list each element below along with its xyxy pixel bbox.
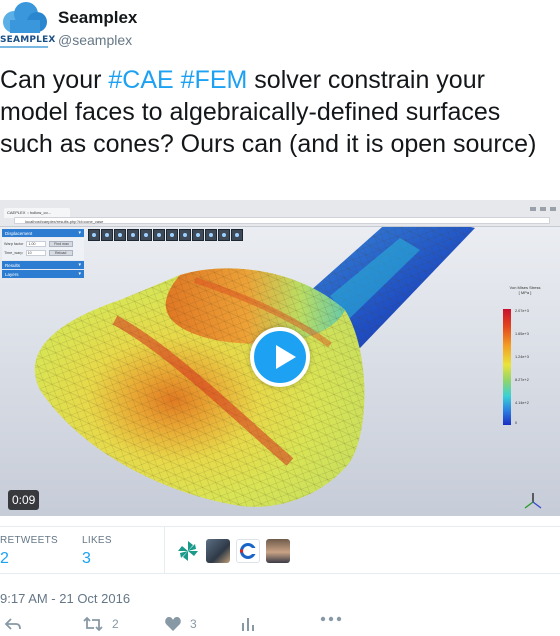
toolbar-rotate-icon <box>114 229 126 241</box>
heart-icon <box>165 617 181 631</box>
tweet-stats: RETWEETS 2 LIKES 3 <box>0 526 560 574</box>
browser-chrome: CAEPLEX :: hollow_co... localhost/caeple… <box>0 200 560 227</box>
tweet-text-part: Can your <box>0 66 109 94</box>
likes-stat[interactable]: LIKES 3 <box>82 535 112 568</box>
tweet-timestamp[interactable]: 9:17 AM - 21 Oct 2016 <box>0 591 130 606</box>
avatar[interactable] <box>176 539 200 563</box>
reply-button[interactable] <box>4 616 22 632</box>
reload-button: Reload <box>48 250 73 256</box>
retweets-count: 2 <box>0 550 9 567</box>
like-button[interactable]: 3 <box>164 616 197 632</box>
legend-title: Von Mises Stress [ MPa ] <box>505 285 545 295</box>
c-logo-icon <box>240 543 257 559</box>
toolbar-view-icon <box>153 229 165 241</box>
toolbar-view-icon <box>127 229 139 241</box>
time-warp-label: Time_warp <box>4 251 23 255</box>
axis-triad-icon <box>524 493 542 509</box>
legend-unit: [ MPa ] <box>518 290 532 295</box>
toolbar-view-icon <box>192 229 204 241</box>
logo-underline <box>0 46 48 48</box>
panel-layers: Layers <box>2 270 84 278</box>
likes-label: LIKES <box>82 535 112 546</box>
like-count: 3 <box>190 617 197 631</box>
legend-label: 0 <box>515 421 518 425</box>
video-duration: 0:09 <box>8 490 40 510</box>
toolbar-view-icon <box>218 229 230 241</box>
toolbar-view-icon <box>179 229 191 241</box>
tweet-header: SEAMPLEX Seamplex @seamplex <box>0 0 560 62</box>
tweet-text: Can your #CAE #FEM solver constrain your… <box>0 64 556 160</box>
stats-divider <box>164 527 165 573</box>
warp-factor-label: Warp factor <box>4 242 24 246</box>
hashtag-fem[interactable]: #FEM <box>181 66 248 94</box>
viewer-toolbar <box>88 229 243 241</box>
panel-displacement: Displacement <box>2 229 84 237</box>
browser-address-bar: localhost/caeplex/results.php?id=cone_va… <box>14 217 550 224</box>
retweet-button[interactable]: 2 <box>82 616 119 632</box>
avatar[interactable] <box>206 539 230 563</box>
panel-row-time: Time_warp 10 Reload <box>4 249 82 257</box>
avatar[interactable] <box>266 539 290 563</box>
legend-label: 1.65e+3 <box>515 332 529 336</box>
account-avatar[interactable]: SEAMPLEX <box>0 2 55 50</box>
more-button[interactable] <box>320 616 342 622</box>
toolbar-home-icon <box>88 229 100 241</box>
tweet-actions: 2 3 <box>0 612 560 636</box>
toolbar-view-icon <box>166 229 178 241</box>
legend-label: 8.27e+2 <box>515 378 529 382</box>
panel-displacement-body: Warp factor 1.00 Find max Time_warp 10 R… <box>2 238 84 260</box>
legend-label: 4.14e+2 <box>515 401 529 405</box>
time-warp-input: 10 <box>25 250 46 256</box>
analytics-icon <box>242 618 254 631</box>
retweet-count: 2 <box>112 617 119 631</box>
toolbar-zoom-icon <box>101 229 113 241</box>
toolbar-view-icon <box>140 229 152 241</box>
legend-label: 2.07e+3 <box>515 309 529 313</box>
pinwheel-logo-icon <box>178 541 198 561</box>
display-name[interactable]: Seamplex <box>58 8 137 28</box>
avatar[interactable] <box>236 539 260 563</box>
find-max-button: Find max <box>49 241 74 247</box>
logo-wordmark: SEAMPLEX <box>0 35 56 45</box>
panel-row-warp: Warp factor 1.00 Find max <box>4 240 82 248</box>
liker-avatars <box>176 539 290 563</box>
toolbar-view-icon <box>231 229 243 241</box>
legend-label: 1.24e+3 <box>515 355 529 359</box>
warp-factor-input: 1.00 <box>26 241 47 247</box>
legend-color-scale <box>503 309 511 425</box>
maximize-icon <box>540 207 546 211</box>
likes-count: 3 <box>82 550 91 567</box>
close-icon <box>550 207 556 211</box>
panel-results: Results <box>2 261 84 269</box>
results-side-panel: Displacement Warp factor 1.00 Find max T… <box>2 229 84 279</box>
play-icon[interactable] <box>250 327 310 387</box>
more-icon <box>320 616 342 622</box>
retweet-icon <box>83 616 103 632</box>
retweets-label: RETWEETS <box>0 535 58 546</box>
hashtag-cae[interactable]: #CAE <box>108 66 173 94</box>
cloud-logo-icon <box>3 2 47 33</box>
toolbar-view-icon <box>205 229 217 241</box>
minimize-icon <box>530 207 536 211</box>
retweets-stat[interactable]: RETWEETS 2 <box>0 535 58 568</box>
account-handle[interactable]: @seamplex <box>58 32 132 48</box>
tweet-text-space <box>174 66 181 94</box>
analytics-button[interactable] <box>240 616 256 632</box>
reply-icon <box>4 618 21 630</box>
